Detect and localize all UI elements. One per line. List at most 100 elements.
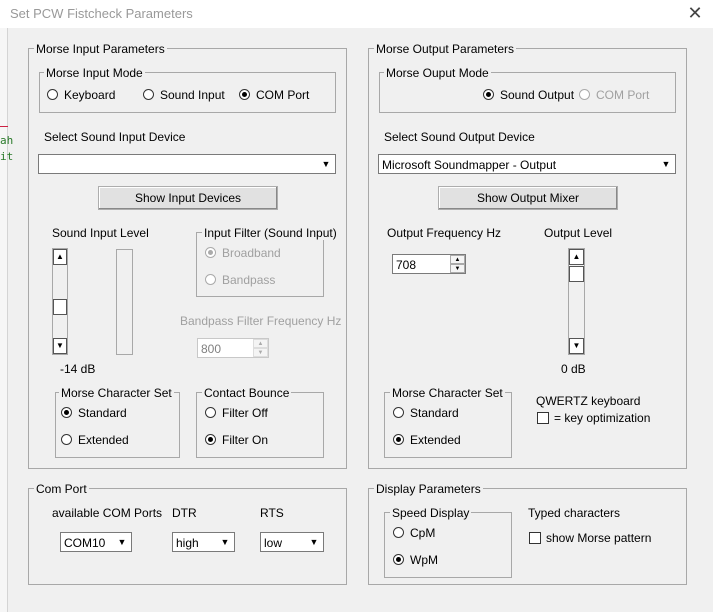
arrow-down-icon[interactable]: ▼ <box>53 338 67 354</box>
output-frequency-spinner[interactable]: 708 ▲ ▼ <box>392 254 466 274</box>
morse-input-group-label: Morse Input Parameters <box>34 42 167 56</box>
qwertz-label: QWERTZ keyboard <box>536 394 641 408</box>
bandpass-frequency-label: Bandpass Filter Frequency Hz <box>180 314 342 328</box>
window-title: Set PCW Fistcheck Parameters <box>10 6 193 21</box>
sound-output-device-value: Microsoft Soundmapper - Output <box>382 158 557 172</box>
output-charset-label: Morse Character Set <box>390 386 505 400</box>
radio-bandpass-label: Bandpass <box>222 273 276 287</box>
com-ports-label: available COM Ports <box>52 506 163 520</box>
radio-input-standard-label: Standard <box>78 406 127 420</box>
sound-input-level-meter <box>116 249 133 355</box>
com-ports-select[interactable]: COM10 ▼ <box>60 532 132 552</box>
spin-up-icon[interactable]: ▲ <box>450 255 465 264</box>
rts-value: low <box>264 536 283 550</box>
radio-cpm-label: CpM <box>410 526 436 540</box>
radio-output-extended-label: Extended <box>410 433 461 447</box>
radio-keyboard[interactable] <box>47 89 58 100</box>
input-charset-group <box>55 392 180 458</box>
radio-output-standard[interactable] <box>393 407 404 418</box>
typed-characters-label: Typed characters <box>528 506 621 520</box>
radio-cpm[interactable] <box>393 527 404 538</box>
radio-output-com-port-label: COM Port <box>596 88 650 102</box>
sound-output-device-select[interactable]: Microsoft Soundmapper - Output ▼ <box>378 154 676 174</box>
contact-bounce-label: Contact Bounce <box>202 386 292 400</box>
radio-bandpass[interactable] <box>205 274 216 285</box>
radio-filter-on-label: Filter On <box>222 433 269 447</box>
rts-select[interactable]: low ▼ <box>260 532 324 552</box>
dtr-label: DTR <box>172 506 197 520</box>
input-charset-label: Morse Character Set <box>59 386 174 400</box>
radio-wpm[interactable] <box>393 554 404 565</box>
chevron-down-icon: ▼ <box>658 156 674 172</box>
dtr-select[interactable]: high ▼ <box>172 532 235 552</box>
output-level-value: 0 dB <box>561 362 586 376</box>
chevron-down-icon: ▼ <box>318 156 334 172</box>
radio-input-extended-label: Extended <box>78 433 129 447</box>
radio-broadband[interactable] <box>205 247 216 258</box>
radio-output-com-port[interactable] <box>579 89 590 100</box>
contact-bounce-group <box>196 392 324 458</box>
radio-filter-off-label: Filter Off <box>222 406 268 420</box>
background-window-edge <box>0 28 8 612</box>
spin-down-icon[interactable]: ▼ <box>253 348 268 357</box>
sound-output-device-label: Select Sound Output Device <box>384 130 535 144</box>
dtr-value: high <box>176 536 199 550</box>
output-level-label: Output Level <box>544 226 613 240</box>
spin-up-icon[interactable]: ▲ <box>253 339 268 348</box>
qwertz-checkbox-label: = key optimization <box>554 411 651 425</box>
output-frequency-label: Output Frequency Hz <box>387 226 502 240</box>
radio-output-extended[interactable] <box>393 434 404 445</box>
show-input-devices-button[interactable]: Show Input Devices <box>98 186 278 210</box>
background-text: it <box>0 150 14 163</box>
output-frequency-value: 708 <box>396 258 417 272</box>
radio-sound-input[interactable] <box>143 89 154 100</box>
com-port-group-label: Com Port <box>34 482 89 496</box>
sound-input-level-slider[interactable]: ▲ ▼ <box>52 248 68 355</box>
radio-sound-input-label: Sound Input <box>160 88 225 102</box>
com-ports-value: COM10 <box>64 536 106 550</box>
morse-input-mode-label: Morse Input Mode <box>44 66 145 80</box>
background-text: ah <box>0 134 14 147</box>
chevron-down-icon: ▼ <box>217 534 233 550</box>
radio-wpm-label: WpM <box>410 553 438 567</box>
sound-input-device-label: Select Sound Input Device <box>44 130 186 144</box>
sound-input-level-label: Sound Input Level <box>52 226 149 240</box>
radio-com-port-label: COM Port <box>256 88 310 102</box>
speed-display-group <box>384 512 512 578</box>
radio-input-standard[interactable] <box>61 407 72 418</box>
bandpass-frequency-spinner[interactable]: 800 ▲ ▼ <box>197 338 269 358</box>
slider-thumb[interactable] <box>53 299 67 315</box>
radio-com-port[interactable] <box>239 89 250 100</box>
radio-sound-output-label: Sound Output <box>500 88 575 102</box>
output-charset-group <box>384 392 512 458</box>
bandpass-frequency-value: 800 <box>201 342 222 356</box>
radio-sound-output[interactable] <box>483 89 494 100</box>
display-parameters-label: Display Parameters <box>374 482 483 496</box>
radio-input-extended[interactable] <box>61 434 72 445</box>
background-line <box>0 126 8 127</box>
radio-broadband-label: Broadband <box>222 246 281 260</box>
sound-input-device-select[interactable]: ▼ <box>38 154 336 174</box>
speed-display-label: Speed Display <box>390 506 472 520</box>
arrow-up-icon[interactable]: ▲ <box>53 249 67 265</box>
input-filter-group <box>196 232 324 297</box>
arrow-up-icon[interactable]: ▲ <box>569 249 584 265</box>
show-morse-pattern-label: show Morse pattern <box>546 531 652 545</box>
radio-output-standard-label: Standard <box>410 406 459 420</box>
show-morse-pattern-checkbox[interactable] <box>529 532 541 544</box>
spin-down-icon[interactable]: ▼ <box>450 264 465 273</box>
chevron-down-icon: ▼ <box>114 534 130 550</box>
radio-filter-off[interactable] <box>205 407 216 418</box>
chevron-down-icon: ▼ <box>306 534 322 550</box>
radio-filter-on[interactable] <box>205 434 216 445</box>
morse-output-group-label: Morse Output Parameters <box>374 42 517 56</box>
close-icon[interactable]: ✕ <box>685 3 705 23</box>
qwertz-checkbox[interactable] <box>537 412 549 424</box>
show-output-mixer-button[interactable]: Show Output Mixer <box>438 186 618 210</box>
arrow-down-icon[interactable]: ▼ <box>569 338 584 354</box>
input-filter-label: Input Filter (Sound Input) <box>202 226 339 240</box>
output-level-slider[interactable]: ▲ ▼ <box>568 248 585 355</box>
morse-output-mode-label: Morse Ouput Mode <box>384 66 491 80</box>
slider-thumb[interactable] <box>569 266 584 282</box>
radio-keyboard-label: Keyboard <box>64 88 116 102</box>
